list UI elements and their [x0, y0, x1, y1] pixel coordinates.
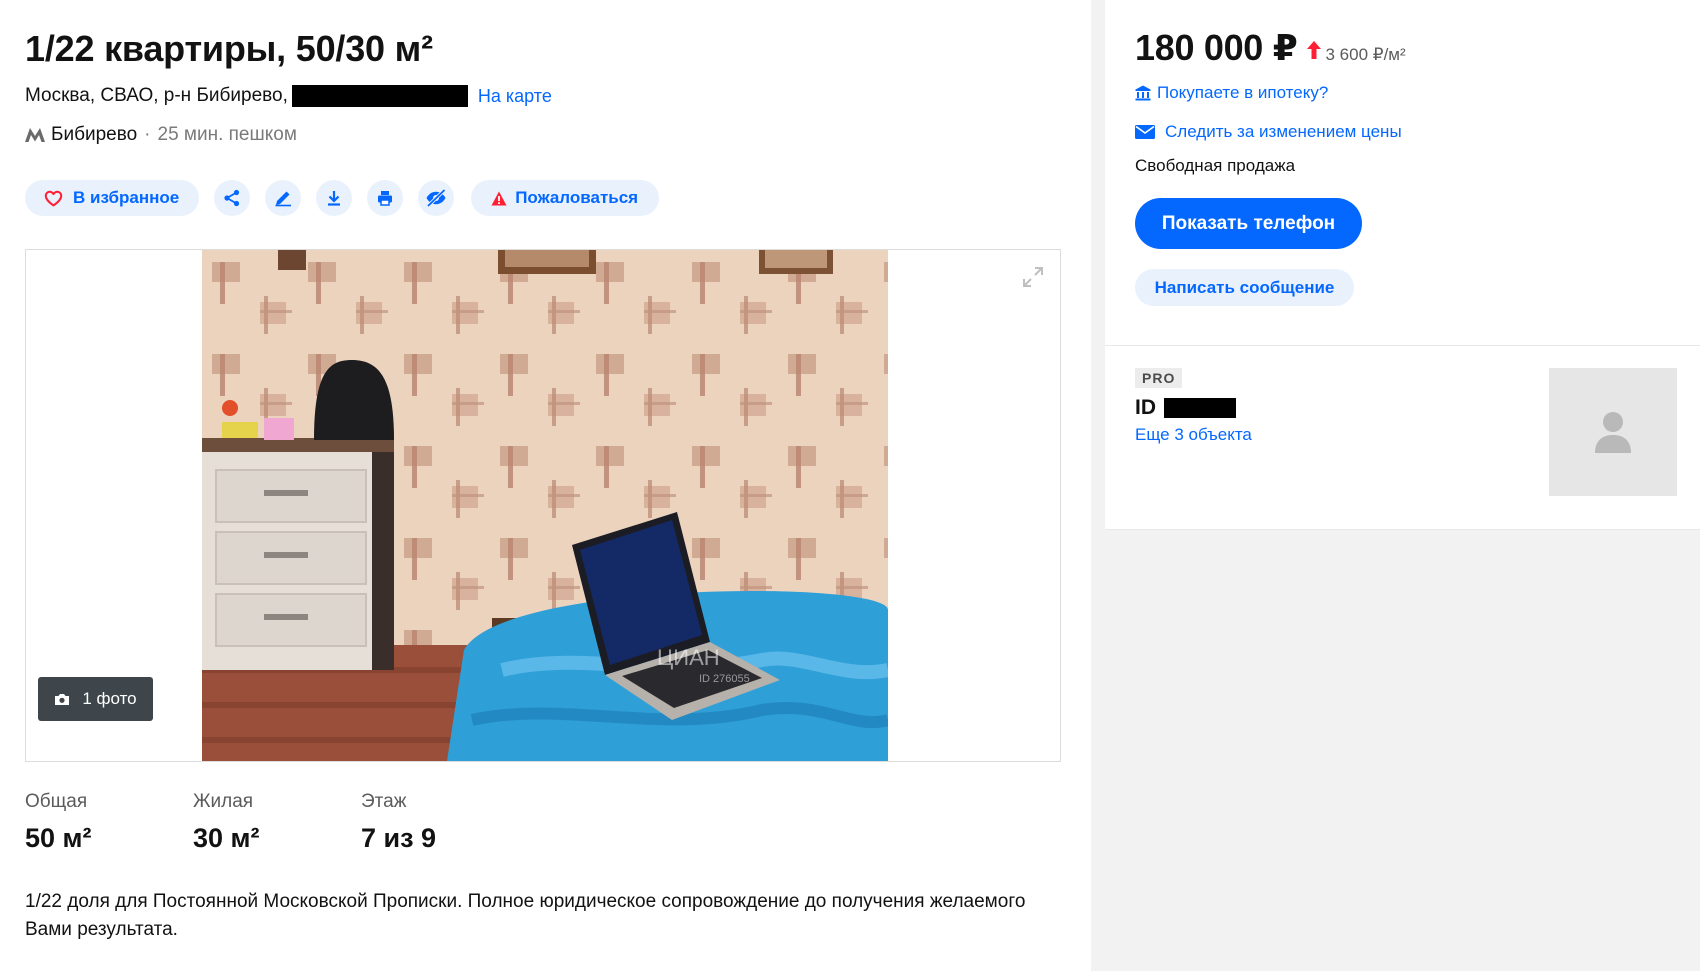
complain-label: Пожаловаться	[515, 188, 639, 207]
user-placeholder-icon	[1595, 412, 1631, 453]
page-title: 1/22 квартиры, 50/30 м²	[25, 28, 433, 69]
write-message-button[interactable]: Написать сообщение	[1135, 269, 1354, 306]
listing-photo[interactable]: ЦИАН ID 276055	[202, 250, 888, 761]
mortgage-link-label: Покупаете в ипотеку?	[1157, 83, 1329, 102]
envelope-icon	[1135, 125, 1155, 139]
edit-button[interactable]	[265, 180, 302, 216]
watch-price-link[interactable]: Следить за изменением цены	[1135, 122, 1700, 142]
complain-button[interactable]: Пожаловаться	[471, 180, 660, 216]
fullscreen-icon[interactable]	[1022, 266, 1044, 288]
watermark-brand: ЦИАН	[657, 645, 720, 670]
hide-button[interactable]	[418, 180, 455, 216]
warning-icon	[491, 191, 507, 205]
metro-walk-time: 25 мин. пешком	[157, 124, 297, 145]
metro-info: Бибирево · 25 мин. пешком	[25, 124, 297, 146]
metro-icon	[25, 128, 45, 142]
price-up-arrow-icon[interactable]	[1307, 41, 1322, 59]
price-row: 180 000 ₽ 3 600 ₽/м²	[1135, 27, 1700, 69]
redacted-street	[291, 85, 468, 107]
price-card: 180 000 ₽ 3 600 ₽/м² Покупаете в ипотеку…	[1105, 0, 1700, 346]
fact-value: 7 из 9	[361, 823, 437, 853]
favorite-label: В избранное	[73, 188, 180, 207]
listing-description: 1/22 доля для Постоянной Московской Проп…	[25, 891, 1026, 940]
agent-card: PRO ID Еще 3 объекта	[1105, 346, 1700, 530]
favorite-button[interactable]: В избранное	[25, 180, 200, 216]
fact-label: Жилая	[193, 791, 254, 812]
price-per-sqm: 3 600 ₽/м²	[1325, 45, 1406, 64]
photo-gallery[interactable]: ЦИАН ID 276055 1 фото	[25, 249, 1061, 762]
room-photo-image: ЦИАН ID 276055	[202, 250, 888, 761]
avatar[interactable]	[1549, 368, 1677, 496]
facts-list: Общая 50 м² Жилая 30 м² Этаж 7 из 9	[25, 791, 529, 854]
watch-price-label: Следить за изменением цены	[1165, 122, 1402, 141]
fact-value: 30 м²	[193, 823, 260, 853]
sidebar: 180 000 ₽ 3 600 ₽/м² Покупаете в ипотеку…	[1105, 0, 1700, 530]
show-phone-button[interactable]: Показать телефон	[1135, 198, 1362, 249]
printer-icon	[378, 191, 393, 206]
download-button[interactable]	[316, 180, 353, 216]
pro-badge: PRO	[1135, 368, 1183, 388]
address: Москва, СВАО, р-н Бибирево, На карте	[25, 85, 552, 107]
heart-icon	[44, 190, 63, 206]
price: 180 000 ₽	[1135, 27, 1298, 68]
fact-label: Этаж	[361, 791, 407, 812]
agent-id-label: ID	[1135, 396, 1156, 419]
fact-value: 50 м²	[25, 823, 92, 853]
fact-living-area: Жилая 30 м²	[193, 791, 361, 854]
redacted-agent-id	[1164, 398, 1236, 418]
bank-icon	[1135, 85, 1151, 101]
metro-separator: ·	[144, 124, 151, 145]
share-button[interactable]	[214, 180, 251, 216]
photo-count-label: 1 фото	[82, 689, 137, 708]
camera-icon	[55, 693, 70, 705]
address-text: Москва, СВАО, р-н Бибирево,	[25, 85, 288, 106]
metro-station[interactable]: Бибирево	[51, 124, 137, 146]
download-icon	[328, 191, 341, 206]
action-bar: В избранное Пожаловаться	[25, 180, 660, 216]
photo-count-badge[interactable]: 1 фото	[38, 677, 153, 721]
watermark-id: ID 276055	[699, 673, 750, 685]
map-link[interactable]: На карте	[478, 86, 552, 107]
eye-off-icon	[426, 189, 446, 207]
mortgage-link[interactable]: Покупаете в ипотеку?	[1135, 83, 1700, 103]
share-icon	[224, 189, 240, 207]
fact-floor: Этаж 7 из 9	[361, 791, 529, 854]
sale-type: Свободная продажа	[1135, 156, 1296, 175]
print-button[interactable]	[367, 180, 404, 216]
pencil-icon	[275, 191, 292, 207]
fact-label: Общая	[25, 791, 88, 812]
fact-total-area: Общая 50 м²	[25, 791, 193, 854]
main-content: 1/22 квартиры, 50/30 м² Москва, СВАО, р-…	[0, 0, 1091, 971]
